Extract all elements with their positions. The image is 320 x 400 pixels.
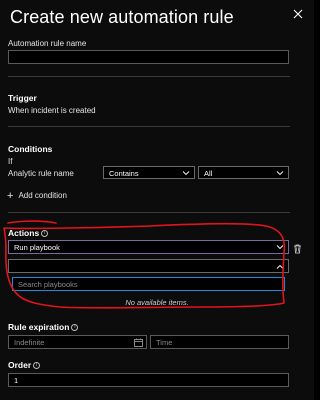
- divider: [8, 76, 290, 77]
- playbook-select[interactable]: [8, 259, 289, 273]
- info-icon[interactable]: i: [33, 362, 41, 370]
- action-type-value: Run playbook: [14, 243, 60, 252]
- order-value: 1: [14, 376, 19, 385]
- divider: [8, 212, 290, 213]
- actions-heading-text: Actions: [8, 228, 40, 238]
- action-type-select[interactable]: Run playbook: [8, 240, 289, 254]
- add-condition-button[interactable]: + Add condition: [7, 189, 67, 202]
- order-heading-text: Order: [8, 360, 32, 370]
- divider: [8, 126, 290, 127]
- condition-operator-value: Contains: [109, 169, 139, 178]
- condition-value-select[interactable]: All: [198, 166, 289, 179]
- condition-value-value: All: [204, 169, 213, 178]
- trash-icon[interactable]: [293, 241, 302, 254]
- automation-rule-panel: Create new automation rule Automation ru…: [0, 0, 314, 400]
- trigger-value: When incident is created: [8, 106, 96, 115]
- panel-title: Create new automation rule: [10, 7, 234, 27]
- chevron-up-icon: [276, 264, 284, 269]
- empty-message: No available items.: [125, 298, 189, 307]
- calendar-icon[interactable]: [134, 338, 143, 347]
- trigger-heading: Trigger: [8, 93, 37, 103]
- playbook-search-placeholder: Search playbooks: [18, 280, 78, 289]
- if-label: If: [8, 157, 13, 166]
- add-condition-label: Add condition: [18, 191, 67, 200]
- rule-name-input[interactable]: [8, 50, 289, 64]
- actions-heading: Actions i: [8, 228, 49, 238]
- rule-name-label: Automation rule name: [8, 39, 87, 48]
- conditions-heading: Conditions: [8, 144, 53, 154]
- expiration-heading: Rule expiration i: [8, 322, 79, 332]
- expiration-time-input[interactable]: Time: [150, 335, 289, 349]
- expiration-date-placeholder: Indefinite: [14, 338, 45, 347]
- expiration-time-placeholder: Time: [156, 338, 173, 347]
- plus-icon: +: [7, 189, 14, 202]
- playbook-search-input[interactable]: Search playbooks: [12, 277, 285, 291]
- chevron-down-icon: [276, 245, 284, 250]
- order-input[interactable]: 1: [8, 373, 289, 387]
- condition-operator-select[interactable]: Contains: [103, 166, 195, 179]
- info-icon[interactable]: i: [71, 324, 79, 332]
- condition-field-label: Analytic rule name: [8, 169, 74, 178]
- info-icon[interactable]: i: [41, 230, 49, 238]
- order-heading: Order i: [8, 360, 41, 370]
- close-icon[interactable]: [292, 8, 306, 22]
- expiration-heading-text: Rule expiration: [8, 322, 70, 332]
- chevron-down-icon: [276, 171, 284, 176]
- chevron-down-icon: [182, 171, 190, 176]
- expiration-date-input[interactable]: Indefinite: [8, 335, 147, 349]
